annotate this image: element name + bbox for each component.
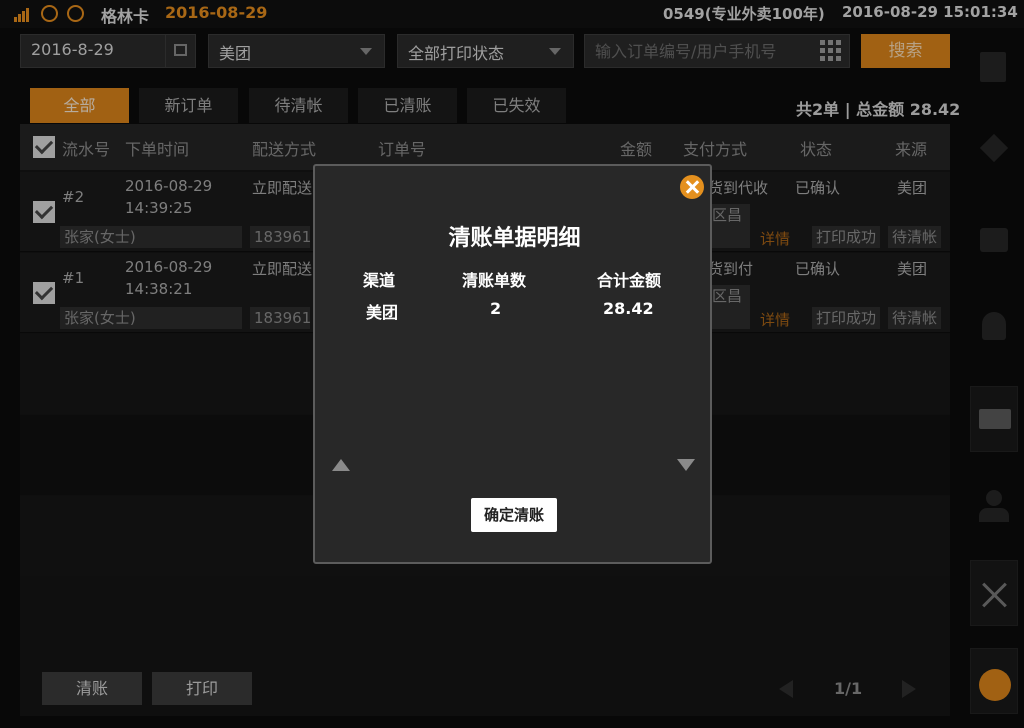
scroll-down-icon[interactable] [677,459,695,471]
scroll-up-icon[interactable] [332,459,350,471]
dialog-title: 清账单据明细 [448,226,581,251]
channel-value: 美团 [366,303,399,322]
total-value: 28.42 [603,299,654,318]
column-header: 渠道 [363,271,396,290]
confirm-clear-button[interactable]: 确定清账 [471,498,557,532]
column-header: 清账单数 [462,271,527,290]
clearing-details-dialog: 清账单据明细 渠道 清账单数 合计金额 美团 2 28.42 确定清账 [313,164,712,564]
count-value: 2 [490,299,502,318]
close-icon[interactable] [680,175,704,199]
column-header: 合计金额 [597,271,662,290]
